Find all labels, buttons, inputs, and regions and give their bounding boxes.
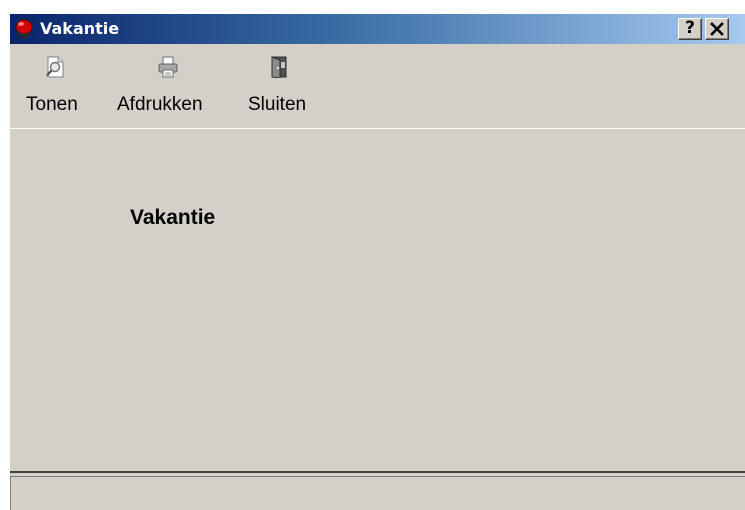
preview-icon — [44, 56, 66, 78]
status-bar — [10, 476, 745, 510]
close-icon — [710, 22, 724, 36]
afdrukken-button[interactable]: Afdrukken — [117, 44, 219, 128]
close-button[interactable] — [705, 18, 729, 40]
sluiten-label: Sluiten — [248, 94, 307, 115]
red-app-icon[interactable] — [14, 19, 34, 39]
help-button[interactable]: ? — [678, 18, 702, 40]
app-window: Vakantie ? Tonen Afdrukken Sluiten Vakan… — [9, 14, 745, 510]
toolbar: Tonen Afdrukken Sluiten — [10, 44, 745, 128]
sluiten-button[interactable]: Sluiten — [248, 44, 316, 128]
title-bar[interactable]: Vakantie ? — [10, 14, 745, 44]
printer-icon — [157, 56, 179, 78]
window-title: Vakantie — [40, 19, 120, 38]
afdrukken-label: Afdrukken — [117, 94, 203, 115]
door-exit-icon — [268, 56, 290, 79]
tonen-button[interactable]: Tonen — [26, 44, 88, 128]
content-panel: Vakantie — [10, 128, 745, 473]
report-heading: Vakantie — [130, 206, 216, 229]
tonen-label: Tonen — [26, 94, 78, 115]
